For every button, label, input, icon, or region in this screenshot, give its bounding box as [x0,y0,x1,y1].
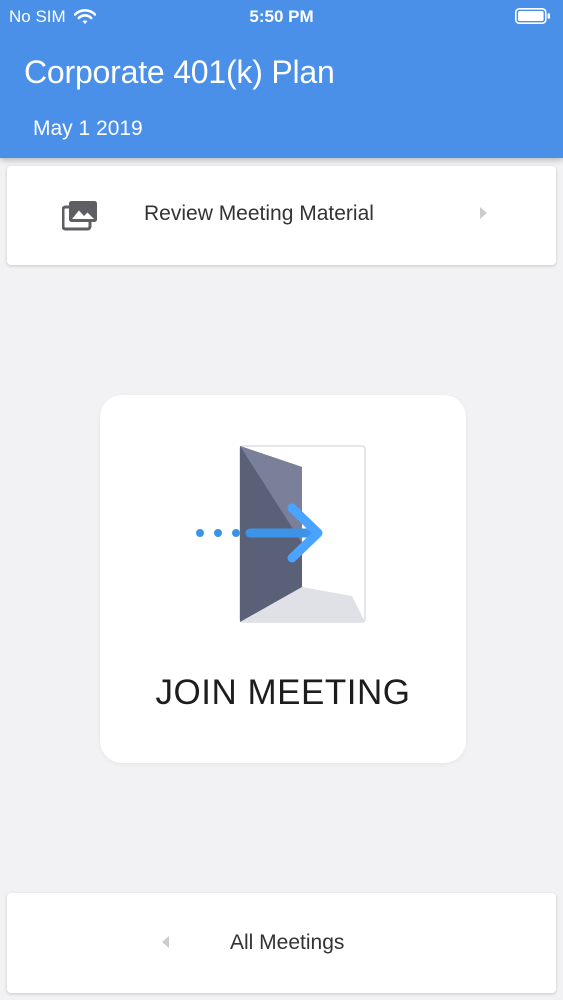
join-meeting-label: JOIN MEETING [155,673,411,712]
join-meeting-button[interactable]: JOIN MEETING [100,395,466,763]
review-meeting-material-button[interactable]: Review Meeting Material [7,166,556,265]
status-time: 5:50 PM [249,7,314,26]
meeting-date: May 1 2019 [33,117,143,140]
door-enter-illustration [196,445,366,623]
chevron-right-icon [480,207,487,219]
review-meeting-material-label: Review Meeting Material [144,202,374,225]
all-meetings-button[interactable]: All Meetings [7,893,556,993]
page-title: Corporate 401(k) Plan [24,54,335,90]
status-bar: No SIM 5:50 PM [0,0,563,34]
chevron-left-icon [162,936,169,948]
battery-full-icon [515,8,550,24]
all-meetings-label: All Meetings [230,931,345,954]
app-header: No SIM 5:50 PM Corporate 401(k) Plan May… [0,0,563,158]
photo-library-icon [62,201,97,231]
